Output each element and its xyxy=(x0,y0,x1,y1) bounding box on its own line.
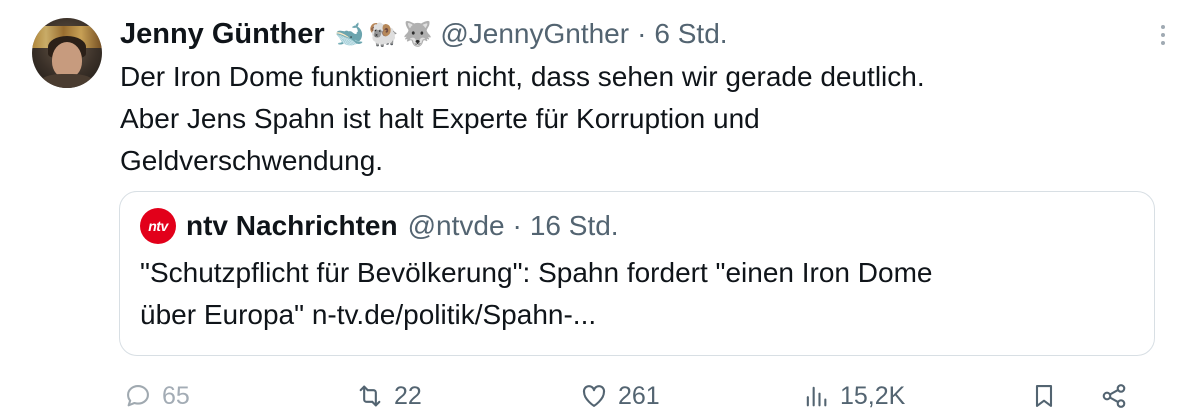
quoted-tweet-header: ntv ntv Nachrichten @ntvde · 16 Std. xyxy=(140,206,619,246)
tweet-action-bar: 65 22 261 15,2K xyxy=(0,370,1200,420)
repost-icon xyxy=(359,385,381,407)
bookmark-button[interactable] xyxy=(1030,378,1058,414)
tweet-text-line: Der Iron Dome funktioniert nicht, dass s… xyxy=(120,61,925,92)
more-dot-icon xyxy=(1161,41,1165,45)
whale-emoji-icon: 🐋 xyxy=(334,20,365,48)
avatar-face xyxy=(52,42,82,78)
tweet-text-line: Aber Jens Spahn ist halt Experte für Kor… xyxy=(120,103,760,134)
views-chart-icon xyxy=(806,386,827,407)
avatar-shirt xyxy=(40,74,94,88)
avatar[interactable] xyxy=(32,18,102,88)
more-dot-icon xyxy=(1161,33,1165,37)
reply-count: 65 xyxy=(162,381,190,410)
like-button[interactable]: 261 xyxy=(580,378,660,414)
share-button[interactable] xyxy=(1100,378,1128,414)
quoted-tweet-card[interactable]: ntv ntv Nachrichten @ntvde · 16 Std. "Sc… xyxy=(119,191,1155,356)
quoted-tweet-text: "Schutzpflicht für Bevölkerung": Spahn f… xyxy=(140,252,1140,336)
ram-emoji-icon: 🐏 xyxy=(368,20,399,48)
views-button[interactable]: 15,2K xyxy=(802,378,905,414)
ntv-logo-avatar: ntv xyxy=(140,208,176,244)
share-icon xyxy=(1102,384,1126,408)
repost-button[interactable]: 22 xyxy=(356,378,422,414)
tweet-header: Jenny Günther 🐋 🐏 🐺 @JennyGnther · 6 Std… xyxy=(120,12,728,56)
heart-icon xyxy=(582,385,606,407)
bookmark-icon xyxy=(1035,385,1053,407)
quoted-text-line: über Europa" n-tv.de/politik/Spahn-... xyxy=(140,299,597,330)
reply-button[interactable]: 65 xyxy=(124,378,190,414)
repost-count: 22 xyxy=(394,381,422,410)
quoted-author-name: ntv Nachrichten xyxy=(186,210,398,241)
tweet: Jenny Günther 🐋 🐏 🐺 @JennyGnther · 6 Std… xyxy=(0,0,1200,420)
tweet-text-line: Geldverschwendung. xyxy=(120,145,384,176)
author-display-name[interactable]: Jenny Günther xyxy=(120,18,325,51)
like-count: 261 xyxy=(618,381,660,410)
reply-icon xyxy=(127,385,149,407)
quoted-header-separator: · xyxy=(512,210,522,241)
author-name-badges: 🐋 🐏 🐺 xyxy=(335,22,433,46)
author-handle[interactable]: @JennyGnther xyxy=(440,18,629,50)
more-dot-icon xyxy=(1161,25,1165,29)
tweet-text: Der Iron Dome funktioniert nicht, dass s… xyxy=(120,56,1160,182)
tweet-timestamp[interactable]: 6 Std. xyxy=(654,18,727,50)
quoted-author-handle: @ntvde xyxy=(407,210,505,241)
quoted-text-line: "Schutzpflicht für Bevölkerung": Spahn f… xyxy=(140,257,933,288)
header-separator: · xyxy=(637,18,647,49)
more-options-button[interactable] xyxy=(1148,20,1178,50)
view-count: 15,2K xyxy=(840,381,906,410)
wolf-emoji-icon: 🐺 xyxy=(402,20,433,48)
quoted-timestamp: 16 Std. xyxy=(529,210,619,241)
